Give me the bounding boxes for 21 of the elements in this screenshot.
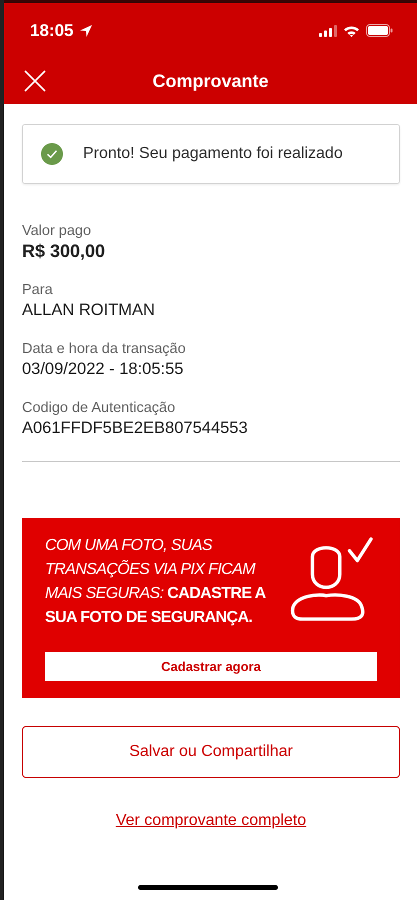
field-label: Codigo de Autenticação xyxy=(22,399,176,417)
screen-title: Comprovante xyxy=(151,70,270,92)
success-message: Pronto! Seu pagamento foi realizado xyxy=(83,145,343,163)
field-value: ALLAN ROITMAN xyxy=(22,300,156,321)
amount-value: R$ 300,00 xyxy=(22,240,106,262)
close-button[interactable] xyxy=(24,70,46,92)
full-receipt-link[interactable]: Ver comprovante completo xyxy=(116,812,306,830)
battery-icon xyxy=(366,24,393,37)
signal-icon xyxy=(319,24,337,36)
share-button[interactable]: Salvar ou Compartilhar xyxy=(22,726,400,778)
check-circle-icon xyxy=(41,143,63,165)
location-arrow-icon xyxy=(79,24,94,38)
status-time: 18:05 xyxy=(30,20,74,40)
field-value: A061FFDF5BE2EB807544553 xyxy=(22,418,249,439)
wifi-icon xyxy=(343,24,360,36)
field-value: 03/09/2022 - 18:05:55 xyxy=(22,359,184,380)
field-label: Data e hora da transação xyxy=(22,340,187,358)
field-label: Para xyxy=(22,281,54,299)
register-button[interactable]: Cadastrar agora xyxy=(45,652,377,681)
banner-text: COM UMA FOTO, SUAS TRANSAÇÕES VIA PIX FICAM MAIS SEGURAS: CADASTRE A SUA FOTO DE SEGURANÇA. xyxy=(45,536,267,628)
field-label: Valor pago xyxy=(22,222,92,240)
